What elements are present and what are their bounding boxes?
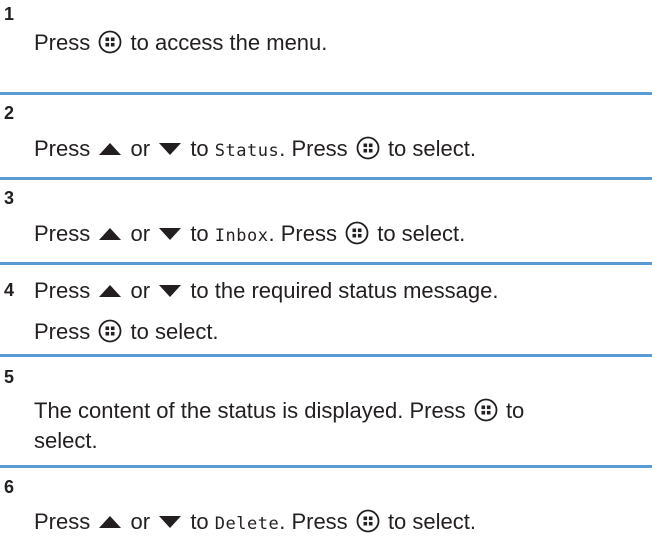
- up-arrow-icon: [99, 516, 122, 528]
- divider: [0, 92, 652, 95]
- menu-ok-button-icon: [356, 136, 380, 160]
- step-text: select.: [34, 428, 98, 453]
- menu-ok-button-icon: [98, 30, 122, 54]
- step-number: 3: [4, 188, 15, 208]
- down-arrow-icon: [159, 143, 182, 155]
- step-number: 6: [4, 477, 15, 497]
- down-arrow-icon: [159, 516, 182, 528]
- up-arrow-icon: [99, 143, 122, 155]
- step-text: Press or to Delete. Press to select.: [34, 509, 476, 534]
- menu-ok-button-icon: [356, 509, 380, 533]
- up-arrow-icon: [99, 228, 122, 240]
- step-text: Press or to the required status message.: [34, 278, 499, 303]
- step-number: 5: [4, 367, 15, 387]
- divider: [0, 262, 652, 265]
- down-arrow-icon: [159, 285, 182, 297]
- divider: [0, 354, 652, 357]
- down-arrow-icon: [159, 228, 182, 240]
- step-text: The content of the status is displayed. …: [34, 398, 525, 423]
- menu-ok-button-icon: [345, 221, 369, 245]
- menu-ok-button-icon: [474, 398, 498, 422]
- divider: [0, 465, 652, 468]
- menu-item-name: Delete: [214, 514, 280, 534]
- step-text: Press or to Status. Press to select.: [34, 136, 476, 161]
- step-text: Press to select.: [34, 319, 219, 344]
- menu-item-name: Inbox: [214, 226, 269, 246]
- divider: [0, 177, 652, 180]
- up-arrow-icon: [99, 285, 122, 297]
- step-number: 4: [4, 280, 15, 300]
- menu-item-name: Status: [214, 141, 280, 161]
- step-number: 2: [4, 103, 15, 123]
- step-number: 1: [4, 4, 15, 24]
- step-text: Press or to Inbox. Press to select.: [34, 221, 466, 246]
- menu-ok-button-icon: [98, 319, 122, 343]
- step-text: Press to access the menu.: [34, 30, 328, 55]
